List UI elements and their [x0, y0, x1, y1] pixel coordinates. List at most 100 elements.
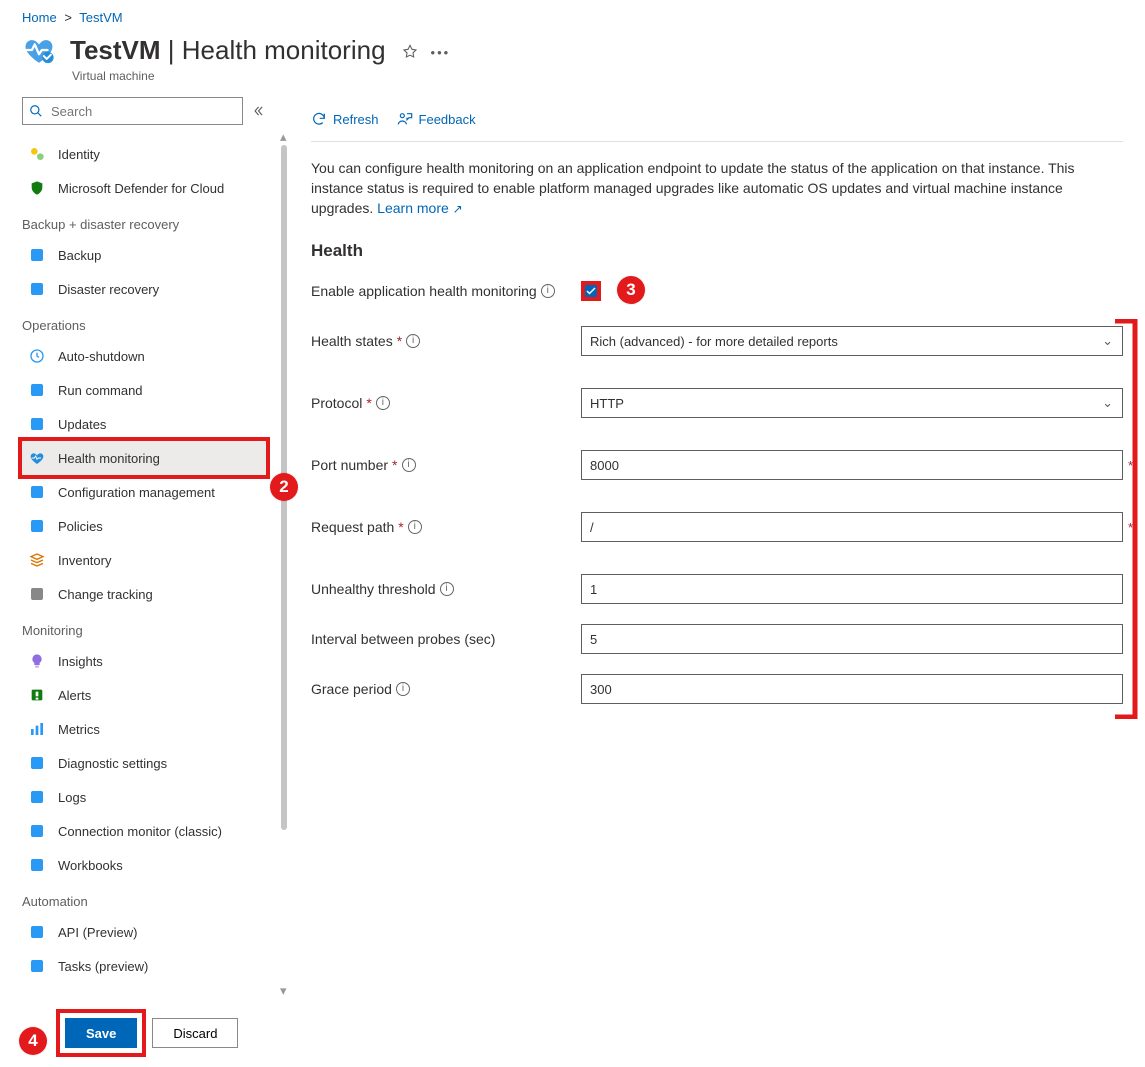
diag-icon	[28, 754, 46, 772]
sidebar-item-label: Tasks (preview)	[58, 959, 148, 974]
info-icon[interactable]: i	[396, 682, 410, 696]
changes-icon	[28, 585, 46, 603]
pin-icon[interactable]	[402, 44, 418, 60]
sidebar-item-label: Connection monitor (classic)	[58, 824, 222, 839]
sidebar-item-label: Updates	[58, 417, 106, 432]
annotation-save-box: Save	[60, 1013, 142, 1053]
scroll-up-icon[interactable]: ▴	[280, 129, 287, 145]
sidebar-item-label: Auto-shutdown	[58, 349, 145, 364]
sidebar-item-label: Workbooks	[58, 858, 123, 873]
scroll-down-icon[interactable]: ▾	[280, 983, 287, 999]
toolbar: Refresh Feedback	[311, 97, 1123, 141]
tasks-icon	[28, 957, 46, 975]
interval-input[interactable]	[581, 624, 1123, 654]
sidebar-item-tasks-preview[interactable]: Tasks (preview)	[22, 949, 266, 983]
policies-icon	[28, 517, 46, 535]
feedback-icon	[397, 111, 413, 127]
sidebar-item-label: Insights	[58, 654, 103, 669]
enable-health-checkbox[interactable]	[581, 281, 601, 301]
sidebar-item-connection-monitor-classic[interactable]: Connection monitor (classic)	[22, 814, 266, 848]
sidebar-item-health-monitoring[interactable]: Health monitoring	[22, 441, 266, 475]
sidebar-item-label: Logs	[58, 790, 86, 805]
refresh-button[interactable]: Refresh	[311, 111, 379, 127]
section-health-title: Health	[311, 241, 1123, 261]
sidebar-item-identity[interactable]: Identity	[22, 137, 266, 171]
search-icon	[29, 104, 43, 118]
callout-3: 3	[617, 276, 645, 304]
sidebar-item-microsoft-defender-for-cloud[interactable]: Microsoft Defender for Cloud	[22, 171, 266, 205]
sidebar-item-change-tracking[interactable]: Change tracking	[22, 577, 266, 611]
sidebar-item-label: Configuration management	[58, 485, 215, 500]
run-icon	[28, 381, 46, 399]
sidebar-item-label: Identity	[58, 147, 100, 162]
sidebar-item-label: Policies	[58, 519, 103, 534]
sidebar-item-updates[interactable]: Updates	[22, 407, 266, 441]
refresh-icon	[311, 111, 327, 127]
sidebar-item-auto-shutdown[interactable]: Auto-shutdown	[22, 339, 266, 373]
callout-4: 4	[19, 1027, 47, 1055]
path-input[interactable]	[581, 512, 1123, 542]
backup-icon	[28, 246, 46, 264]
sidebar-item-diagnostic-settings[interactable]: Diagnostic settings	[22, 746, 266, 780]
sidebar-group: Operations	[22, 306, 266, 339]
grace-input[interactable]	[581, 674, 1123, 704]
learn-more-link[interactable]: Learn more ↗	[377, 200, 463, 216]
api-icon	[28, 923, 46, 941]
sidebar-scrollbar[interactable]: ▴ ▾	[281, 141, 289, 997]
external-link-icon: ↗	[453, 202, 463, 216]
info-icon[interactable]: i	[402, 458, 416, 472]
sidebar-item-api-preview[interactable]: API (Preview)	[22, 915, 266, 949]
sidebar-item-workbooks[interactable]: Workbooks	[22, 848, 266, 882]
breadcrumb: Home > TestVM	[0, 0, 1145, 29]
sidebar-item-insights[interactable]: Insights	[22, 644, 266, 678]
sidebar-item-alerts[interactable]: Alerts	[22, 678, 266, 712]
protocol-select[interactable]: HTTP	[581, 388, 1123, 418]
unhealthy-input[interactable]	[581, 574, 1123, 604]
interval-label: Interval between probes (sec)	[311, 631, 495, 647]
discard-button[interactable]: Discard	[152, 1018, 238, 1048]
dr-icon	[28, 280, 46, 298]
sidebar-item-configuration-management[interactable]: Configuration management	[22, 475, 266, 509]
sidebar-item-label: Metrics	[58, 722, 100, 737]
sidebar-item-label: Change tracking	[58, 587, 153, 602]
health-states-label: Health states	[311, 333, 393, 349]
breadcrumb-resource[interactable]: TestVM	[79, 10, 122, 25]
sidebar-search[interactable]	[22, 97, 243, 125]
search-input[interactable]	[49, 103, 236, 120]
identity-icon	[28, 145, 46, 163]
resource-type-icon	[22, 33, 56, 67]
info-icon[interactable]: i	[406, 334, 420, 348]
save-button[interactable]: Save	[65, 1018, 137, 1048]
feedback-button[interactable]: Feedback	[397, 111, 476, 127]
health-states-select[interactable]: Rich (advanced) - for more detailed repo…	[581, 326, 1123, 356]
sidebar-item-label: Microsoft Defender for Cloud	[58, 181, 224, 196]
port-input[interactable]	[581, 450, 1123, 480]
sidebar-item-label: Diagnostic settings	[58, 756, 167, 771]
health-icon	[28, 449, 46, 467]
metrics-icon	[28, 720, 46, 738]
sidebar-item-metrics[interactable]: Metrics	[22, 712, 266, 746]
sidebar-item-run-command[interactable]: Run command	[22, 373, 266, 407]
sidebar-group: Monitoring	[22, 611, 266, 644]
sidebar-item-policies[interactable]: Policies	[22, 509, 266, 543]
info-icon[interactable]: i	[376, 396, 390, 410]
info-icon[interactable]: i	[440, 582, 454, 596]
connmon-icon	[28, 822, 46, 840]
info-icon[interactable]: i	[541, 284, 555, 298]
clock-icon	[28, 347, 46, 365]
resource-subtitle: Virtual machine	[0, 69, 1145, 83]
logs-icon	[28, 788, 46, 806]
more-icon[interactable]: •••	[431, 45, 451, 60]
sidebar-item-logs[interactable]: Logs	[22, 780, 266, 814]
description: You can configure health monitoring on a…	[311, 142, 1123, 225]
sidebar-item-label: Alerts	[58, 688, 91, 703]
sidebar-item-inventory[interactable]: Inventory	[22, 543, 266, 577]
sidebar-item-backup[interactable]: Backup	[22, 238, 266, 272]
path-label: Request path	[311, 519, 394, 535]
sidebar-item-disaster-recovery[interactable]: Disaster recovery	[22, 272, 266, 306]
info-icon[interactable]: i	[408, 520, 422, 534]
collapse-sidebar-icon[interactable]	[251, 104, 265, 118]
config-icon	[28, 483, 46, 501]
enable-label: Enable application health monitoring	[311, 283, 537, 299]
breadcrumb-home[interactable]: Home	[22, 10, 57, 25]
